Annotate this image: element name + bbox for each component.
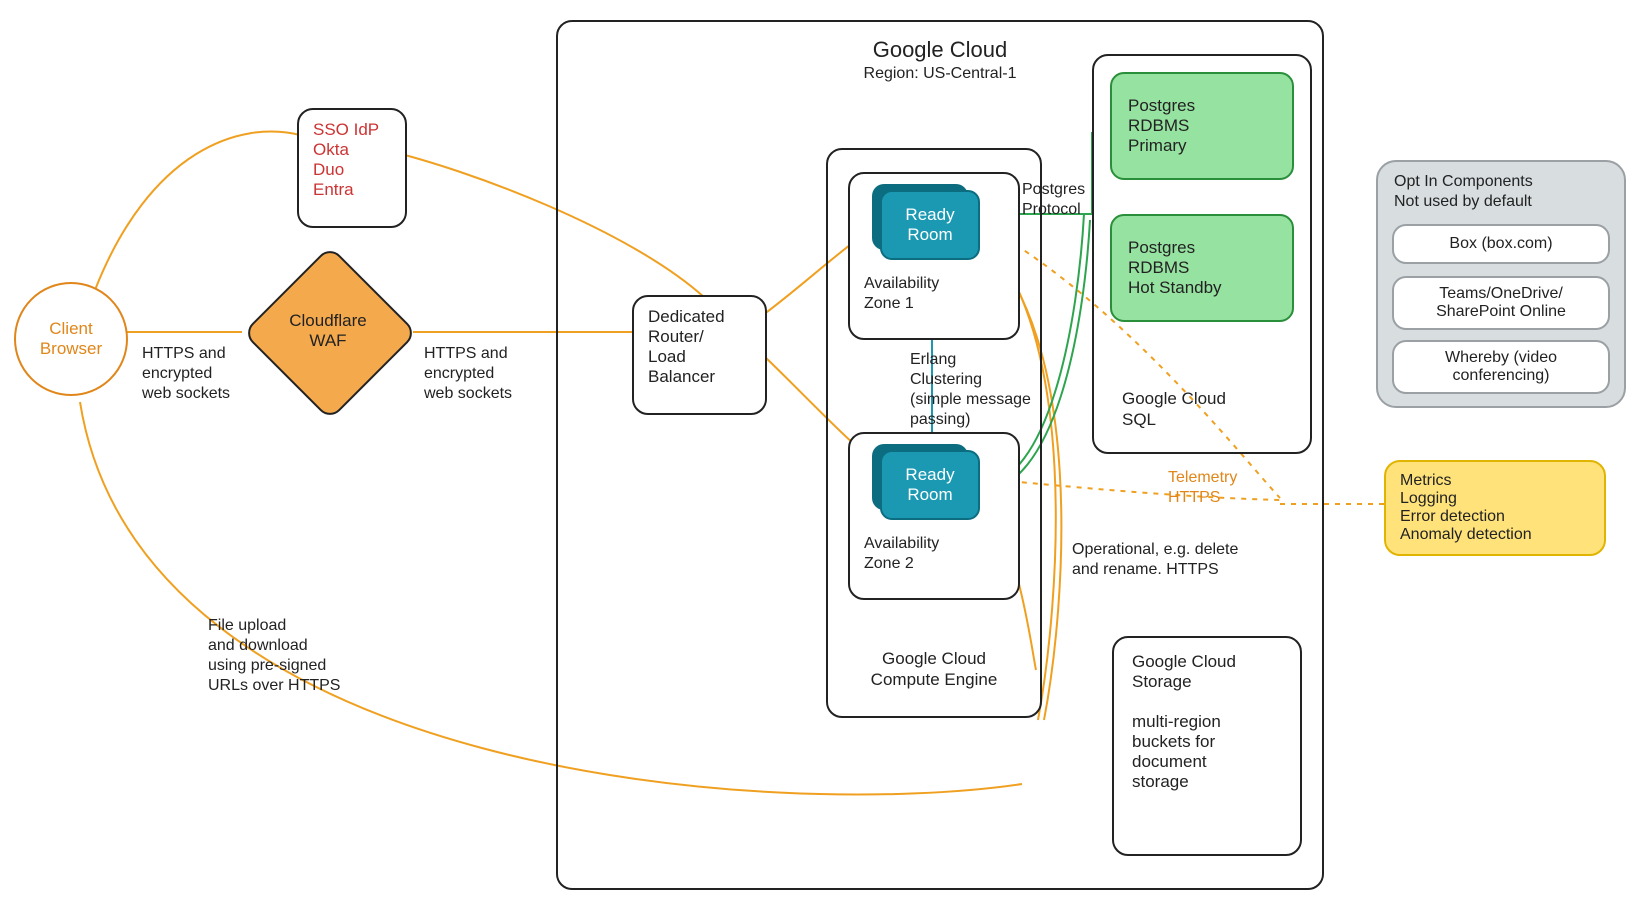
cloudflare-waf-label: Cloudflare WAF — [289, 311, 367, 351]
edge-label-telemetry: Telemetry HTTPS — [1168, 468, 1237, 508]
postgres-standby-node: Postgres RDBMS Hot Standby — [1110, 214, 1294, 322]
sso-idp-lines: SSO IdP Okta Duo Entra — [313, 120, 391, 200]
ready-room-node-2: Ready Room — [880, 450, 980, 520]
edge-label-file-upload: File upload and download using pre-signe… — [208, 616, 340, 696]
ready-room-label-2: Ready Room — [905, 465, 954, 505]
cloud-storage-node: Google Cloud Storage multi-region bucket… — [1112, 636, 1302, 856]
opt-in-item-teams: Teams/OneDrive/ SharePoint Online — [1392, 276, 1610, 330]
opt-in-item-box: Box (box.com) — [1392, 224, 1610, 264]
cloud-storage-label: Google Cloud Storage multi-region bucket… — [1132, 652, 1236, 791]
sso-idp-node: SSO IdP Okta Duo Entra — [297, 108, 407, 228]
edge-label-erlang: Erlang Clustering (simple message passin… — [910, 350, 1031, 430]
opt-in-title: Opt In Components Not used by default — [1394, 172, 1533, 212]
az2-label: Availability Zone 2 — [864, 534, 939, 574]
telemetry-node: Metrics Logging Error detection Anomaly … — [1384, 460, 1606, 556]
cloud-sql-title: Google Cloud SQL — [1122, 388, 1226, 431]
opt-in-item-teams-label: Teams/OneDrive/ SharePoint Online — [1436, 285, 1566, 321]
edge-label-https-left: HTTPS and encrypted web sockets — [142, 344, 230, 404]
cloudflare-waf-node: Cloudflare WAF — [242, 245, 414, 417]
postgres-primary-node: Postgres RDBMS Primary — [1110, 72, 1294, 180]
router-lb-label: Dedicated Router/ Load Balancer — [648, 307, 725, 386]
opt-in-item-box-label: Box (box.com) — [1449, 235, 1552, 253]
opt-in-item-whereby-label: Whereby (video conferencing) — [1445, 349, 1557, 385]
compute-engine-title: Google Cloud Compute Engine — [826, 648, 1042, 691]
client-browser-label: Client Browser — [40, 319, 102, 359]
ready-room-label-1: Ready Room — [905, 205, 954, 245]
router-lb-node: Dedicated Router/ Load Balancer — [632, 295, 767, 415]
client-browser-node: Client Browser — [14, 282, 128, 396]
telemetry-lines: Metrics Logging Error detection Anomaly … — [1400, 472, 1590, 544]
edge-label-https-right: HTTPS and encrypted web sockets — [424, 344, 512, 404]
az1-label: Availability Zone 1 — [864, 274, 939, 314]
postgres-primary-label: Postgres RDBMS Primary — [1128, 96, 1195, 156]
edge-label-operational: Operational, e.g. delete and rename. HTT… — [1072, 540, 1238, 580]
ready-room-node-1: Ready Room — [880, 190, 980, 260]
postgres-standby-label: Postgres RDBMS Hot Standby — [1128, 238, 1222, 298]
opt-in-item-whereby: Whereby (video conferencing) — [1392, 340, 1610, 394]
edge-label-postgres: Postgres Protocol — [1022, 180, 1085, 220]
